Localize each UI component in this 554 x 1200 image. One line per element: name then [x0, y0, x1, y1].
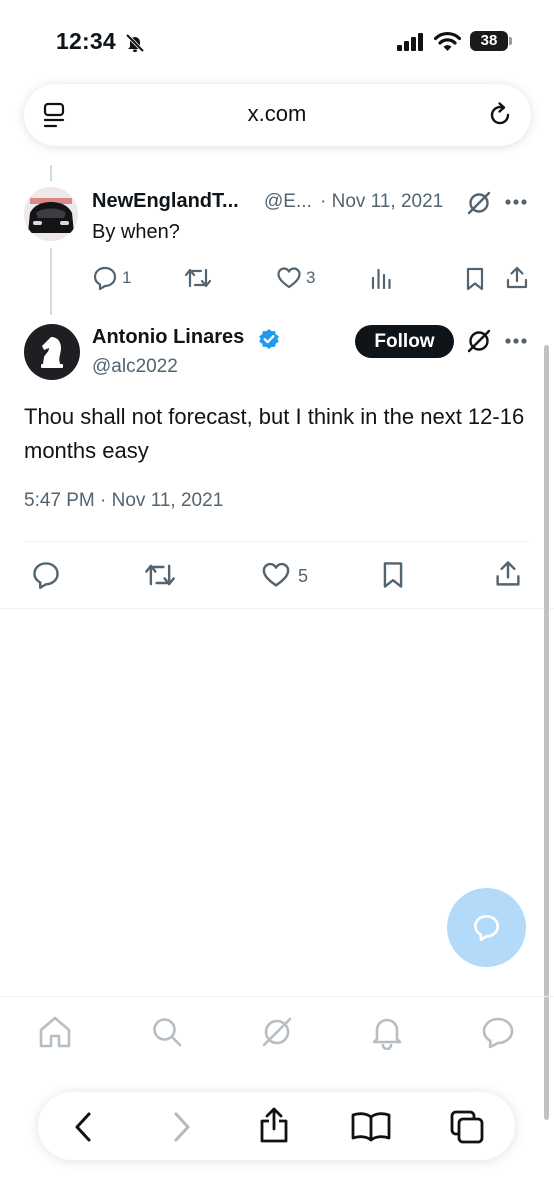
- share-icon[interactable]: [505, 265, 529, 291]
- forward-icon[interactable]: [167, 1110, 195, 1144]
- avatar[interactable]: [24, 324, 80, 380]
- bookmarks-icon[interactable]: [350, 1110, 392, 1142]
- home-icon[interactable]: [37, 1014, 73, 1050]
- reply-icon[interactable]: [31, 560, 61, 590]
- messages-icon[interactable]: [480, 1014, 516, 1050]
- reply-author-handle[interactable]: @E...: [264, 191, 312, 213]
- floating-chat-button[interactable]: [447, 888, 526, 967]
- battery-icon: 38: [470, 31, 508, 51]
- avatar[interactable]: [24, 187, 78, 241]
- chat-bubble-icon: [474, 915, 499, 942]
- signal-icon: [397, 33, 423, 51]
- search-icon[interactable]: [149, 1014, 185, 1050]
- grok-icon[interactable]: [466, 190, 492, 216]
- reply-icon[interactable]: [92, 265, 118, 291]
- verified-badge-icon[interactable]: [258, 328, 280, 350]
- like-count: 5: [298, 566, 309, 586]
- reply-count: 1: [122, 268, 132, 287]
- author-name[interactable]: Antonio Linares: [92, 326, 244, 349]
- scrollbar[interactable]: [544, 345, 549, 1120]
- thread-line: [50, 248, 52, 315]
- grok-icon[interactable]: [259, 1014, 295, 1050]
- reply-author-name[interactable]: NewEnglandT...: [92, 190, 239, 213]
- share-icon[interactable]: [257, 1105, 291, 1145]
- like-count: 3: [306, 268, 316, 287]
- divider: [0, 608, 554, 609]
- tweet-text: Thou shall not forecast, but I think in …: [24, 404, 525, 463]
- bookmark-icon[interactable]: [464, 266, 486, 292]
- like-icon[interactable]: [261, 561, 291, 589]
- tweet-timestamp[interactable]: 5:47 PM · Nov 11, 2021: [24, 490, 223, 512]
- follow-button[interactable]: Follow: [355, 325, 454, 358]
- reply-date[interactable]: · Nov 11, 2021: [320, 191, 443, 213]
- bookmark-icon[interactable]: [380, 560, 406, 590]
- tab-bar-divider: [0, 996, 554, 997]
- divider: [24, 541, 530, 542]
- url-text[interactable]: x.com: [0, 101, 554, 127]
- notifications-icon[interactable]: [369, 1014, 405, 1050]
- more-icon[interactable]: [504, 198, 528, 206]
- battery-nub: [509, 37, 512, 45]
- like-icon[interactable]: [276, 266, 302, 290]
- views-icon[interactable]: [370, 266, 392, 290]
- reload-icon[interactable]: [486, 101, 514, 129]
- retweet-icon[interactable]: [144, 561, 176, 589]
- author-handle[interactable]: @alc2022: [92, 356, 178, 378]
- wifi-icon: [434, 31, 461, 51]
- grok-icon[interactable]: [466, 328, 492, 354]
- retweet-icon[interactable]: [184, 266, 212, 290]
- reply-text: By when?: [92, 221, 180, 243]
- thread-line-top: [50, 165, 52, 181]
- tabs-icon[interactable]: [448, 1108, 486, 1146]
- share-icon[interactable]: [494, 559, 522, 589]
- more-icon[interactable]: [504, 337, 528, 345]
- back-icon[interactable]: [70, 1110, 98, 1144]
- status-time: 12:34: [56, 28, 116, 54]
- bell-slash-icon: [125, 33, 145, 53]
